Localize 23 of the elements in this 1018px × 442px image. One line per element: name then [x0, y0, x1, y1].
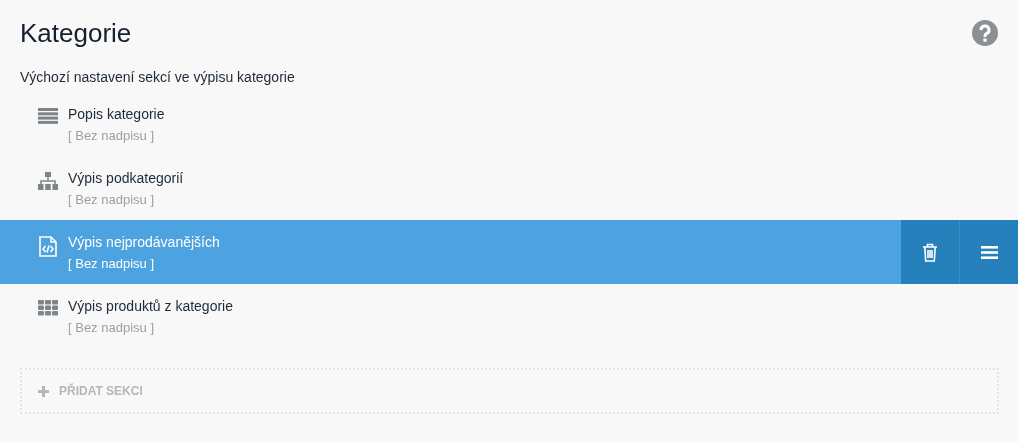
trash-icon — [922, 242, 938, 262]
section-row[interactable]: Popis kategorie [ Bez nadpisu ] — [0, 92, 1018, 156]
section-subtitle: [ Bez nadpisu ] — [68, 192, 154, 208]
grid-icon — [37, 300, 58, 316]
section-title: Výpis nejprodávanějších — [68, 233, 220, 251]
sitemap-icon — [37, 172, 58, 190]
section-row[interactable]: Výpis produktů z kategorie [ Bez nadpisu ] — [0, 284, 1018, 348]
plus-icon — [38, 385, 49, 397]
section-title: Výpis produktů z kategorie — [68, 297, 233, 315]
help-icon[interactable] — [972, 20, 998, 46]
delete-button[interactable] — [901, 220, 959, 284]
lines-icon — [37, 108, 58, 124]
section-row[interactable]: Výpis podkategorií [ Bez nadpisu ] — [0, 156, 1018, 220]
drag-handle[interactable] — [959, 220, 1018, 284]
code-file-icon — [38, 236, 57, 257]
page-title: Kategorie — [20, 17, 132, 49]
section-subtitle: [ Bez nadpisu ] — [68, 128, 154, 144]
section-title: Výpis podkategorií — [68, 169, 184, 187]
section-subtitle: [ Bez nadpisu ] — [68, 320, 154, 336]
menu-icon — [980, 245, 998, 259]
section-subtitle: [ Bez nadpisu ] — [68, 256, 154, 272]
section-title: Popis kategorie — [68, 105, 165, 123]
section-description: Výchozí nastavení sekcí ve výpisu kategorie — [20, 68, 296, 86]
